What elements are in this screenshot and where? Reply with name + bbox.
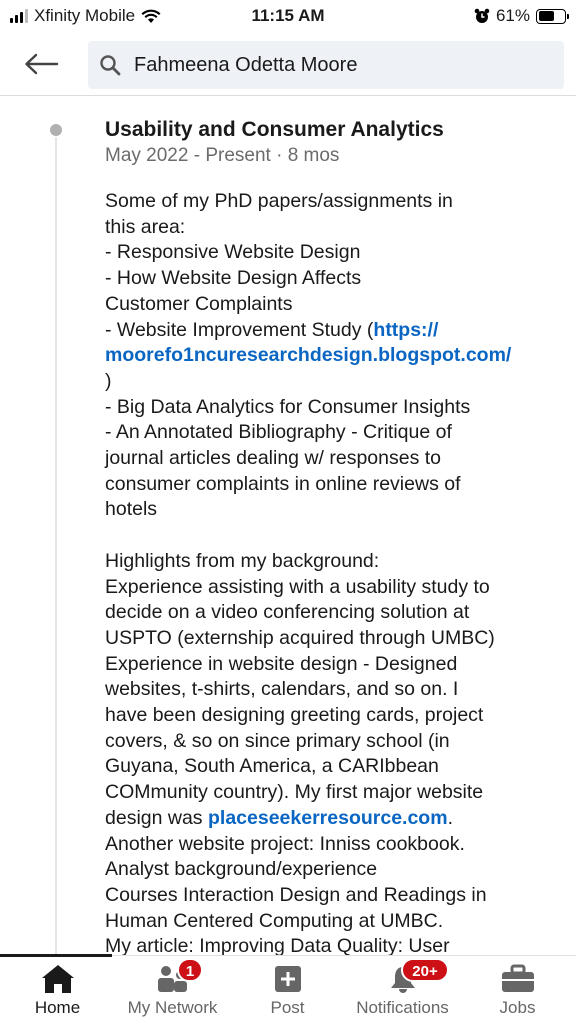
- timeline-line: [55, 137, 57, 955]
- notifications-badge: 20+: [401, 958, 449, 982]
- bottom-navigation: Home 1 My Network Post 20+ Notifications…: [0, 954, 576, 1024]
- description-line: Analyst background/experience: [105, 858, 378, 881]
- description-line: hotels: [105, 498, 158, 521]
- nav-label-home: Home: [34, 998, 81, 1017]
- description-line: this area:: [105, 215, 186, 238]
- description-line: consumer complaints in online reviews of: [105, 472, 461, 495]
- description-line: - Big Data Analytics for Consumer Insigh…: [105, 395, 471, 418]
- description-line: design was placeseekerresource.com.: [105, 806, 565, 832]
- description-line: - Website Improvement Study (https://: [105, 318, 565, 344]
- nav-label-jobs: Jobs: [499, 998, 536, 1017]
- experience-title: Usability and Consumer Analytics: [105, 118, 444, 141]
- description-text: .: [447, 806, 453, 829]
- bell-icon: 20+: [345, 958, 460, 996]
- status-right: 61%: [474, 6, 569, 26]
- briefcase-icon: [460, 962, 575, 996]
- description-line: - Responsive Website Design: [105, 241, 361, 264]
- description-line: - How Website Design Affects: [105, 267, 362, 290]
- blog-link[interactable]: https://: [373, 319, 438, 341]
- active-tab-indicator: [0, 954, 112, 957]
- battery-percent: 61%: [495, 6, 530, 25]
- alarm-clock-icon: [474, 8, 490, 23]
- search-header: Fahmeena Odetta Moore: [0, 34, 576, 96]
- battery-icon: [536, 8, 569, 24]
- back-button[interactable]: [20, 48, 62, 80]
- description-line: Human Centered Computing at UMBC.: [105, 909, 444, 932]
- network-badge: 1: [177, 958, 203, 982]
- nav-notifications[interactable]: 20+ Notifications: [345, 958, 460, 1022]
- blog-link-continued[interactable]: moorefo1ncuresearchdesign.blogspot.com/: [105, 343, 565, 369]
- description-line: USPTO (externship acquired through UMBC): [105, 626, 495, 649]
- description-line: Experience in website design - Designed: [105, 652, 458, 675]
- description-text: design was: [105, 806, 208, 829]
- battery-level: [538, 11, 554, 21]
- description-line: Experience assisting with a usability st…: [105, 575, 490, 598]
- search-bar[interactable]: Fahmeena Odetta Moore: [88, 41, 564, 89]
- description-line: covers, & so on since primary school (in: [105, 729, 450, 752]
- timeline-dot: [50, 124, 62, 136]
- experience-dates: May 2022 - Present · 8 mos: [105, 145, 340, 166]
- nav-jobs[interactable]: Jobs: [460, 962, 575, 1022]
- nav-my-network[interactable]: 1 My Network: [115, 958, 230, 1022]
- description-line: journal articles dealing w/ responses to: [105, 447, 442, 470]
- description-line: Highlights from my background:: [105, 549, 380, 572]
- nav-post[interactable]: Post: [230, 962, 345, 1022]
- experience-content: Usability and Consumer Analytics May 202…: [0, 97, 576, 955]
- home-icon: [0, 962, 115, 996]
- description-line: websites, t-shirts, calendars, and so on…: [105, 678, 459, 701]
- nav-label-network: My Network: [127, 998, 218, 1017]
- website-link[interactable]: placeseekerresource.com: [208, 807, 448, 829]
- experience-description: Some of my PhD papers/assignments in thi…: [105, 189, 565, 955]
- nav-home[interactable]: Home: [0, 962, 115, 1022]
- description-line: decide on a video conferencing solution …: [105, 601, 470, 624]
- description-line: Courses Interaction Design and Readings …: [105, 883, 487, 906]
- post-plus-icon: [230, 962, 345, 996]
- search-input[interactable]: Fahmeena Odetta Moore: [134, 54, 357, 77]
- description-line: My article: Improving Data Quality: User: [105, 935, 450, 955]
- status-bar: Xfinity Mobile 11:15 AM 61%: [0, 0, 576, 34]
- description-line: COMmunity country). My first major websi…: [105, 781, 484, 804]
- description-line: Another website project: Inniss cookbook…: [105, 832, 465, 855]
- description-line: Guyana, South America, a CARIbbean: [105, 755, 439, 778]
- description-line: have been designing greeting cards, proj…: [105, 704, 484, 727]
- description-line: Customer Complaints: [105, 292, 293, 315]
- description-line: ): [105, 369, 112, 392]
- description-text: - Website Improvement Study (: [105, 318, 374, 341]
- experience-entry: Usability and Consumer Analytics May 202…: [105, 117, 565, 955]
- search-icon: [98, 53, 122, 77]
- nav-label-notifications: Notifications: [356, 998, 449, 1017]
- description-line: - An Annotated Bibliography - Critique o…: [105, 421, 452, 444]
- arrow-left-icon: [25, 53, 59, 75]
- nav-label-post: Post: [270, 998, 305, 1017]
- network-icon: 1: [115, 958, 230, 996]
- description-line: Some of my PhD papers/assignments in: [105, 190, 453, 212]
